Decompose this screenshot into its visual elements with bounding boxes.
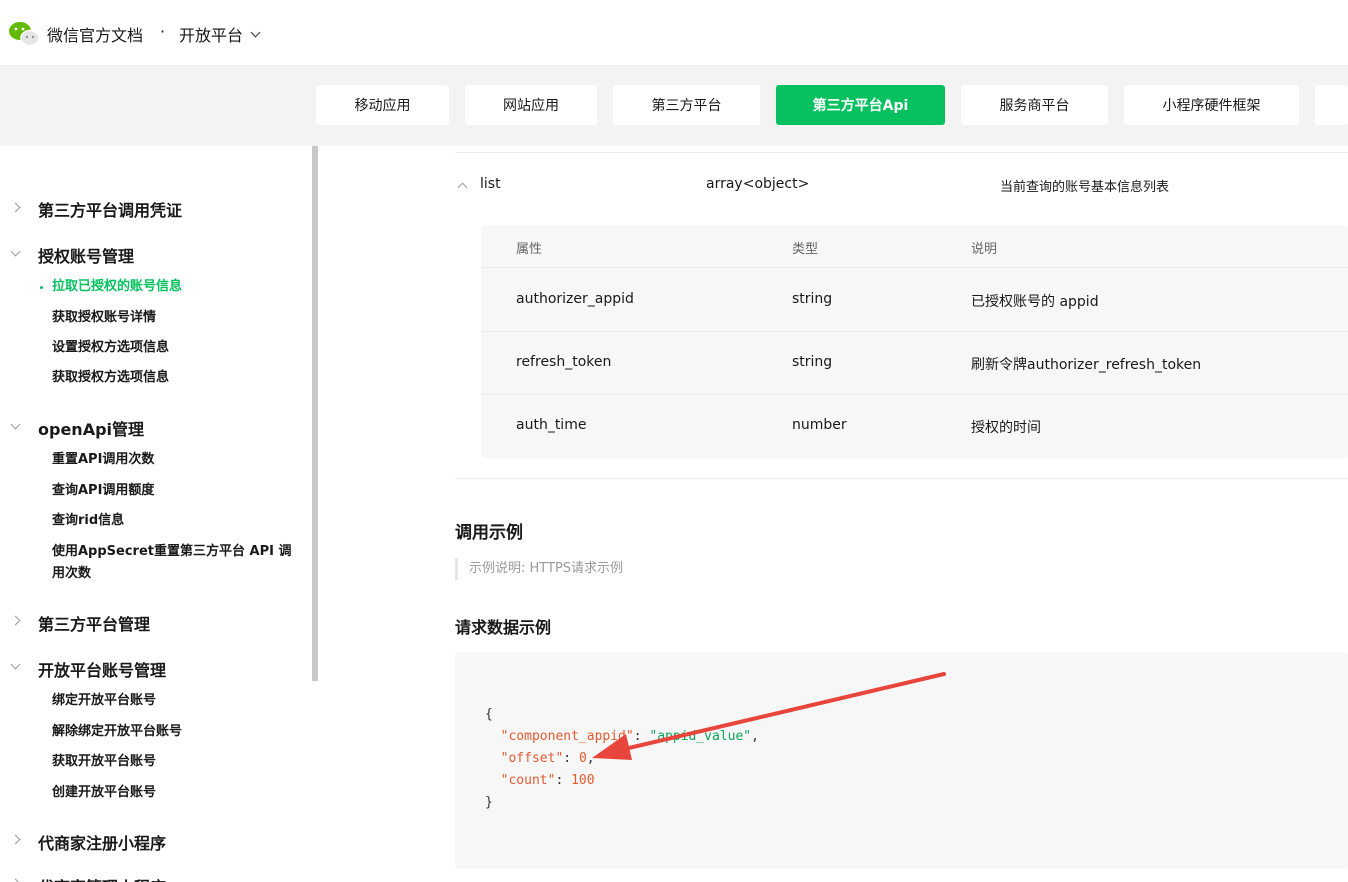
code-comma: , — [751, 729, 759, 744]
sidebar-item-reset-quota-by-appsecret[interactable]: 使用AppSecret重置第三方平台 API 调用次数 — [52, 541, 292, 585]
tab-third-party-api[interactable]: 第三方平台Api — [776, 85, 945, 125]
brand-title[interactable]: 微信官方文档 — [47, 22, 143, 46]
tab-mobile-app[interactable]: 移动应用 — [316, 85, 449, 125]
header-separator: · — [160, 22, 166, 41]
code-brace-open: { — [485, 707, 493, 722]
platform-switcher[interactable]: 开放平台 — [179, 22, 261, 46]
sidebar-nav: 第三方平台调用凭证 授权账号管理 拉取已授权的账号信息 获取授权账号详情 设置授… — [0, 146, 318, 882]
sidebar-item-get-authorizer-option[interactable]: 获取授权方选项信息 — [52, 367, 292, 389]
platform-label: 开放平台 — [179, 26, 244, 45]
code-key: "offset" — [500, 751, 564, 766]
main-content: list array<object> 当前查询的账号基本信息列表 属性 类型 说… — [318, 146, 1348, 882]
tab-website-app[interactable]: 网站应用 — [465, 85, 597, 125]
table-cell-property: authorizer_appid — [516, 291, 634, 307]
chevron-right-icon — [10, 878, 21, 882]
sidebar-item-unbind-open-account[interactable]: 解除绑定开放平台账号 — [52, 721, 292, 743]
section-heading-request-example: 请求数据示例 — [455, 618, 552, 637]
sidebar-item-get-quota[interactable]: 查询API调用额度 — [52, 480, 292, 502]
table-row: authorizer_appid string 已授权账号的 appid — [481, 269, 1348, 332]
code-block[interactable]: { "component_appid": "appid_value", "off… — [455, 652, 1348, 869]
code-key: "count" — [500, 773, 556, 788]
param-row-list: list array<object> 当前查询的账号基本信息列表 — [455, 164, 1348, 204]
chevron-down-icon — [10, 419, 21, 430]
code-value: 0 — [578, 751, 587, 766]
chevron-up-icon[interactable] — [457, 182, 468, 193]
tab-service-provider[interactable]: 服务商平台 — [961, 85, 1108, 125]
section-heading-example: 调用示例 — [455, 523, 523, 543]
tab-miniprogram-hardware[interactable]: 小程序硬件框架 — [1124, 85, 1299, 125]
sidebar-section-open-account[interactable]: 开放平台账号管理 — [38, 657, 166, 681]
sidebar-section-platform-management[interactable]: 第三方平台管理 — [38, 611, 150, 635]
divider — [455, 478, 1348, 479]
table-cell-property: refresh_token — [516, 354, 612, 370]
param-name: list — [480, 176, 501, 192]
column-header-type: 类型 — [792, 242, 819, 257]
tab-overflow[interactable] — [1315, 85, 1348, 125]
table-row: refresh_token string 刷新令牌authorizer_refr… — [481, 332, 1348, 395]
sidebar-section-auth-account[interactable]: 授权账号管理 — [38, 243, 134, 267]
table-cell-type: number — [792, 417, 847, 433]
chevron-right-icon — [10, 834, 21, 845]
table-cell-property: auth_time — [516, 417, 587, 433]
code-value: 100 — [571, 773, 595, 788]
sidebar-section-manage-miniprogram[interactable]: 代商家管理小程序 — [38, 874, 166, 882]
category-tab-bar: 移动应用 网站应用 第三方平台 第三方平台Api 服务商平台 小程序硬件框架 — [0, 66, 1348, 146]
example-note: 示例说明: HTTPS请求示例 — [455, 558, 623, 580]
chevron-down-icon — [10, 659, 21, 670]
sidebar-item-create-open-account[interactable]: 创建开放平台账号 — [52, 782, 292, 804]
param-type: array<object> — [706, 176, 810, 192]
chevron-right-icon — [10, 615, 21, 626]
table-cell-type: string — [792, 291, 833, 307]
nested-param-table: 属性 类型 说明 authorizer_appid string 已授权账号的 … — [481, 225, 1348, 458]
sidebar-section-credentials[interactable]: 第三方平台调用凭证 — [38, 197, 182, 221]
code-comma: , — [586, 751, 595, 766]
sidebar-section-openapi[interactable]: openApi管理 — [38, 416, 144, 440]
code-value: "appid_value" — [649, 729, 752, 744]
sidebar-section-register-miniprogram[interactable]: 代商家注册小程序 — [38, 830, 166, 854]
sidebar-item-get-rid-info[interactable]: 查询rid信息 — [52, 510, 292, 532]
code-brace-close: } — [485, 795, 493, 810]
sidebar-item-get-authorizer-info[interactable]: 获取授权账号详情 — [52, 307, 292, 329]
column-header-description: 说明 — [971, 242, 998, 257]
sidebar-item-get-authorizer-list[interactable]: 拉取已授权的账号信息 — [40, 276, 292, 298]
divider — [455, 152, 1348, 153]
column-header-property: 属性 — [516, 242, 543, 257]
chevron-down-icon — [10, 246, 21, 257]
chevron-down-icon — [250, 27, 261, 37]
code-content: { "component_appid": "appid_value", "off… — [485, 707, 759, 810]
sidebar-item-set-authorizer-option[interactable]: 设置授权方选项信息 — [52, 337, 292, 359]
wechat-logo-icon[interactable] — [8, 20, 40, 48]
sidebar-item-get-open-account[interactable]: 获取开放平台账号 — [52, 751, 292, 773]
top-header: 微信官方文档 · 开放平台 — [0, 0, 1348, 66]
table-cell-description: 授权的时间 — [971, 420, 1041, 436]
tab-third-party-platform[interactable]: 第三方平台 — [613, 85, 760, 125]
code-key: "component_appid" — [500, 729, 634, 744]
table-row: auth_time number 授权的时间 — [481, 395, 1348, 458]
table-cell-description: 已授权账号的 appid — [971, 294, 1099, 310]
param-desc: 当前查询的账号基本信息列表 — [1000, 180, 1170, 195]
sidebar-item-clear-quota[interactable]: 重置API调用次数 — [52, 449, 292, 471]
table-cell-type: string — [792, 354, 833, 370]
table-cell-description: 刷新令牌authorizer_refresh_token — [971, 357, 1202, 373]
sidebar-item-bind-open-account[interactable]: 绑定开放平台账号 — [52, 690, 292, 712]
chevron-right-icon — [10, 202, 21, 213]
table-header-row: 属性 类型 说明 — [481, 225, 1348, 268]
